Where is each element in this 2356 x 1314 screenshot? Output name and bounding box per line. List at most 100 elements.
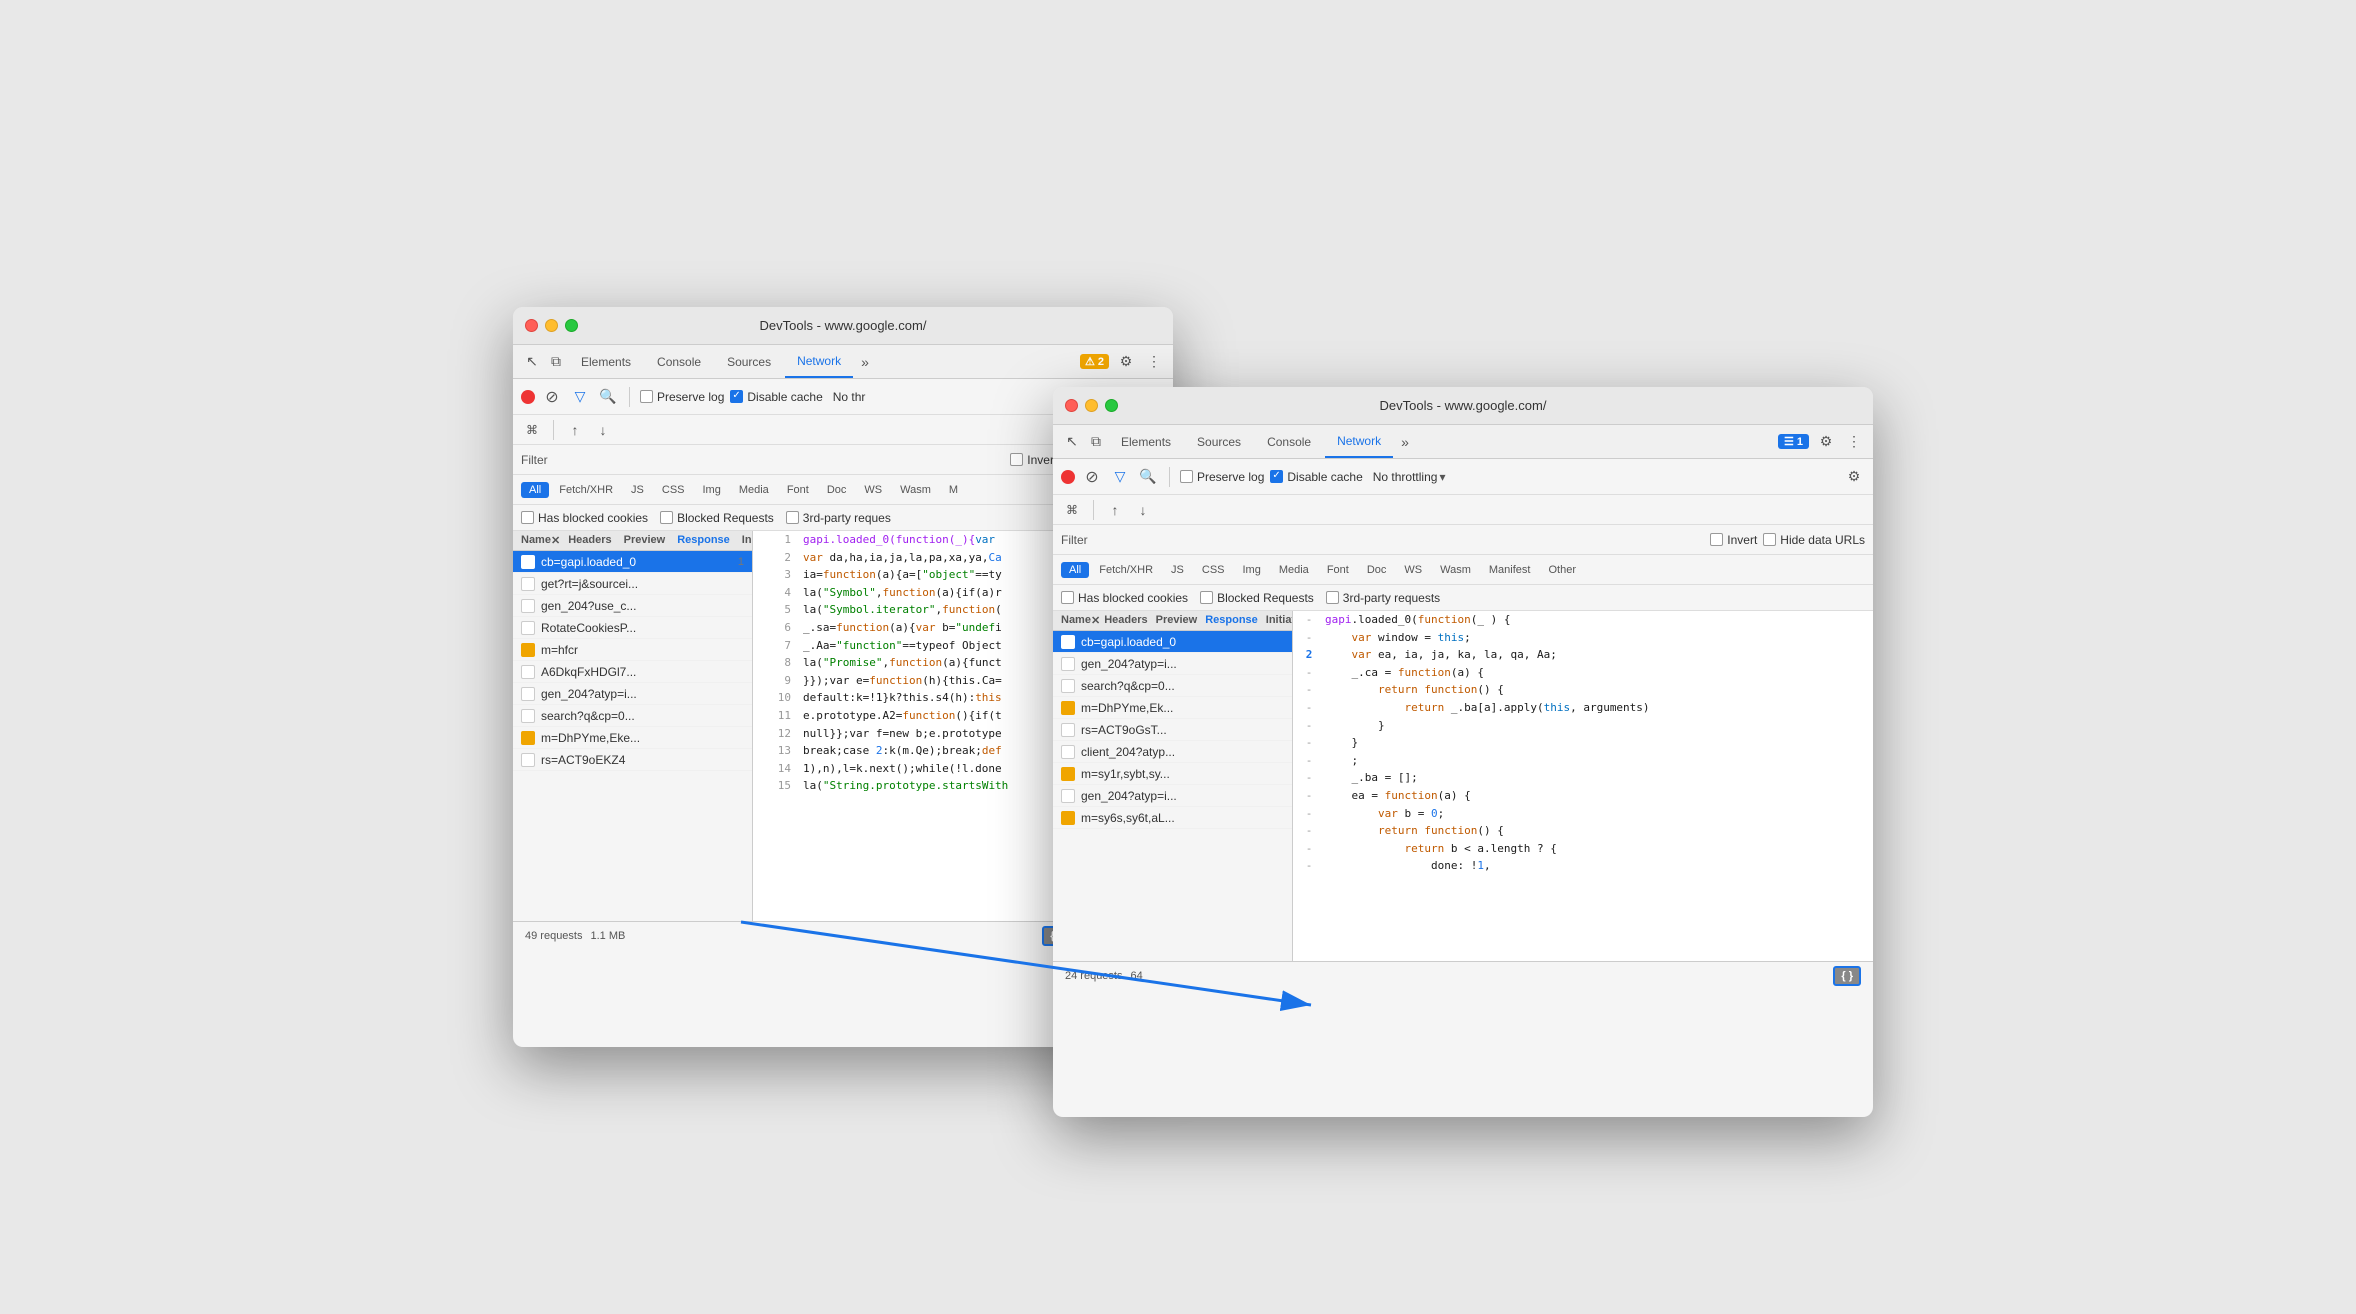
- preserve-log-checkbox-front[interactable]: [1180, 470, 1193, 483]
- request-row-9-back[interactable]: rs=ACT9oEKZ4: [513, 749, 752, 771]
- format-button-front[interactable]: { }: [1833, 966, 1861, 986]
- third-party-label-front[interactable]: 3rd-party requests: [1326, 591, 1440, 605]
- wifi-icon-front[interactable]: ⌘: [1061, 499, 1083, 521]
- preserve-log-label-back[interactable]: Preserve log: [640, 390, 724, 404]
- request-row-7-back[interactable]: search?q&cp=0...: [513, 705, 752, 727]
- minimize-button[interactable]: [545, 319, 558, 332]
- type-other-front[interactable]: Other: [1540, 562, 1584, 578]
- request-row-8-front[interactable]: m=sy6s,sy6t,aL...: [1053, 807, 1292, 829]
- third-party-checkbox-front[interactable]: [1326, 591, 1339, 604]
- request-row-4-back[interactable]: m=hfcr: [513, 639, 752, 661]
- type-more-back[interactable]: M: [941, 482, 966, 498]
- download-icon-front[interactable]: ↓: [1132, 499, 1154, 521]
- blocked-cookies-checkbox-back[interactable]: [521, 511, 534, 524]
- request-row-1-front[interactable]: gen_204?atyp=i...: [1053, 653, 1292, 675]
- type-all-back[interactable]: All: [521, 482, 549, 498]
- request-row-6-front[interactable]: m=sy1r,sybt,sy...: [1053, 763, 1292, 785]
- request-row-0-front[interactable]: cb=gapi.loaded_0: [1053, 631, 1292, 653]
- preserve-log-checkbox-back[interactable]: [640, 390, 653, 403]
- blocked-requests-checkbox-back[interactable]: [660, 511, 673, 524]
- more-icon-back[interactable]: ⋮: [1143, 351, 1165, 373]
- type-font-front[interactable]: Font: [1319, 562, 1357, 578]
- maximize-button[interactable]: [565, 319, 578, 332]
- settings-icon-front[interactable]: ⚙: [1815, 431, 1837, 453]
- request-row-1-back[interactable]: get?rt=j&sourcei...: [513, 573, 752, 595]
- tab-network-back[interactable]: Network: [785, 345, 853, 378]
- type-fetchxhr-front[interactable]: Fetch/XHR: [1091, 562, 1161, 578]
- filter-icon-back[interactable]: ▽: [569, 386, 591, 408]
- type-media-back[interactable]: Media: [731, 482, 777, 498]
- request-row-6-back[interactable]: gen_204?atyp=i...: [513, 683, 752, 705]
- filter-icon-front[interactable]: ▽: [1109, 466, 1131, 488]
- col-close-front[interactable]: ✕: [1091, 614, 1100, 627]
- type-ws-front[interactable]: WS: [1396, 562, 1430, 578]
- record-button-front[interactable]: [1061, 470, 1075, 484]
- close-button-front[interactable]: [1065, 399, 1078, 412]
- col-initiator-front[interactable]: Initiator: [1266, 614, 1293, 627]
- request-row-5-back[interactable]: A6DkqFxHDGl7...: [513, 661, 752, 683]
- col-response-back[interactable]: Response: [677, 534, 730, 547]
- tabs-more-front[interactable]: »: [1395, 430, 1415, 454]
- type-doc-front[interactable]: Doc: [1359, 562, 1395, 578]
- type-img-back[interactable]: Img: [695, 482, 729, 498]
- request-row-4-front[interactable]: rs=ACT9oGsT...: [1053, 719, 1292, 741]
- col-response-front[interactable]: Response: [1205, 614, 1258, 627]
- third-party-label-back[interactable]: 3rd-party reques: [786, 511, 891, 525]
- blocked-cookies-label-back[interactable]: Has blocked cookies: [521, 511, 648, 525]
- preserve-log-label-front[interactable]: Preserve log: [1180, 470, 1264, 484]
- tab-sources-front[interactable]: Sources: [1185, 425, 1253, 458]
- throttle-chevron-front[interactable]: ▾: [1439, 470, 1445, 484]
- tab-sources-back[interactable]: Sources: [715, 345, 783, 378]
- type-fetchxhr-back[interactable]: Fetch/XHR: [551, 482, 621, 498]
- type-css-front[interactable]: CSS: [1194, 562, 1233, 578]
- type-js-back[interactable]: JS: [623, 482, 652, 498]
- blocked-requests-checkbox-front[interactable]: [1200, 591, 1213, 604]
- cursor-icon[interactable]: ↖: [521, 351, 543, 373]
- type-font-back[interactable]: Font: [779, 482, 817, 498]
- col-preview-back[interactable]: Preview: [624, 534, 666, 547]
- tab-elements-front[interactable]: Elements: [1109, 425, 1183, 458]
- request-row-8-back[interactable]: m=DhPYme,Eke...: [513, 727, 752, 749]
- disable-cache-checkbox-front[interactable]: [1270, 470, 1283, 483]
- type-ws-back[interactable]: WS: [856, 482, 890, 498]
- col-close-back[interactable]: ✕: [551, 534, 560, 547]
- stop-icon-back[interactable]: ⊘: [541, 386, 563, 408]
- upload-icon-front[interactable]: ↑: [1104, 499, 1126, 521]
- upload-icon-back[interactable]: ↑: [564, 419, 586, 441]
- blocked-requests-label-back[interactable]: Blocked Requests: [660, 511, 774, 525]
- request-row-2-back[interactable]: gen_204?use_c...: [513, 595, 752, 617]
- type-css-back[interactable]: CSS: [654, 482, 693, 498]
- hide-data-checkbox-front[interactable]: [1763, 533, 1776, 546]
- hide-data-label-front[interactable]: Hide data URLs: [1763, 533, 1865, 547]
- invert-checkbox-back[interactable]: [1010, 453, 1023, 466]
- tab-network-front[interactable]: Network: [1325, 425, 1393, 458]
- request-row-3-back[interactable]: RotateCookiesP...: [513, 617, 752, 639]
- cursor-icon-front[interactable]: ↖: [1061, 431, 1083, 453]
- blocked-cookies-checkbox-front[interactable]: [1061, 591, 1074, 604]
- tab-console-back[interactable]: Console: [645, 345, 713, 378]
- request-row-2-front[interactable]: search?q&cp=0...: [1053, 675, 1292, 697]
- tab-console-front[interactable]: Console: [1255, 425, 1323, 458]
- blocked-cookies-label-front[interactable]: Has blocked cookies: [1061, 591, 1188, 605]
- stop-icon-front[interactable]: ⊘: [1081, 466, 1103, 488]
- col-headers-front[interactable]: Headers: [1104, 614, 1147, 627]
- request-row-3-front[interactable]: m=DhPYme,Ek...: [1053, 697, 1292, 719]
- type-doc-back[interactable]: Doc: [819, 482, 855, 498]
- wifi-icon-back[interactable]: ⌘: [521, 419, 543, 441]
- blocked-requests-label-front[interactable]: Blocked Requests: [1200, 591, 1314, 605]
- search-icon-back[interactable]: 🔍: [597, 386, 619, 408]
- close-button[interactable]: [525, 319, 538, 332]
- type-wasm-back[interactable]: Wasm: [892, 482, 939, 498]
- maximize-button-front[interactable]: [1105, 399, 1118, 412]
- disable-cache-checkbox-back[interactable]: [730, 390, 743, 403]
- invert-checkbox-front[interactable]: [1710, 533, 1723, 546]
- request-row-5-front[interactable]: client_204?atyp...: [1053, 741, 1292, 763]
- col-headers-back[interactable]: Headers: [568, 534, 611, 547]
- search-icon-front[interactable]: 🔍: [1137, 466, 1159, 488]
- settings-icon-back[interactable]: ⚙: [1115, 351, 1137, 373]
- more-icon-front[interactable]: ⋮: [1843, 431, 1865, 453]
- disable-cache-label-front[interactable]: Disable cache: [1270, 470, 1362, 484]
- request-row-7-front[interactable]: gen_204?atyp=i...: [1053, 785, 1292, 807]
- third-party-checkbox-back[interactable]: [786, 511, 799, 524]
- invert-label-front[interactable]: Invert: [1710, 533, 1757, 547]
